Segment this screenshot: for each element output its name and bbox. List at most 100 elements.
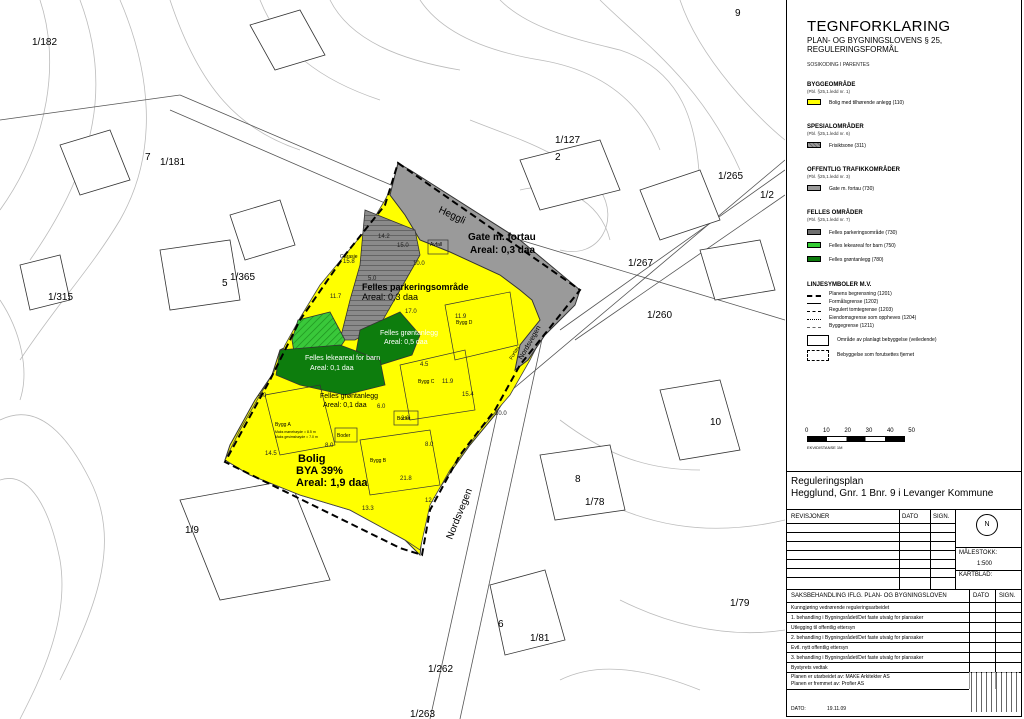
zone-green2-area: Areal: 0,1 daa	[323, 402, 367, 409]
malestokk-label: MÅLESTOKK:	[959, 550, 998, 556]
step-5: Evtl. nytt offentlig ettersyn	[791, 645, 849, 651]
revisjoner-header: REVISJONER	[791, 514, 830, 520]
label-bygg-a: Bygg A	[275, 422, 292, 428]
label-plot-1-127: 1/127	[555, 135, 580, 146]
legend-line-label-1: Planens begrensning (1201)	[829, 291, 892, 297]
scale-tick-0: 0	[805, 428, 809, 434]
dim-4: 11.7	[330, 294, 342, 300]
malestokk-value: 1:500	[977, 561, 993, 567]
legend-sec-byggeomrade-ref: (Pbl. §25,1.ledd nr. 1)	[807, 89, 851, 94]
legend-label-parking: Felles parkeringsområde (730)	[829, 230, 898, 236]
legend-sec-spesial-ref: (Pbl. §25,1.ledd nr. 6)	[807, 131, 851, 136]
scale-tick-40: 40	[886, 428, 894, 434]
dim-5: 15.0	[397, 243, 409, 249]
dim-17: 12.7	[425, 498, 437, 504]
label-plot-1-267: 1/267	[628, 258, 653, 269]
north-arrow-icon: N	[976, 514, 998, 536]
legend-swatch-bolig	[807, 99, 821, 105]
label-plot-7: 7	[145, 152, 151, 163]
dim-9: 4.5	[420, 362, 429, 368]
saksbehandling-dato: DATO	[973, 593, 990, 599]
zone-gate-title: Gate m. fortau	[468, 232, 536, 243]
zone-green1-title: Felles grøntanlegg	[380, 330, 438, 337]
dim-8: 11.9	[455, 314, 467, 320]
step-2: 1. behandling i Bygningsrådet/Det faste …	[791, 615, 924, 621]
dim-18: 14.5	[265, 451, 277, 457]
dim-3: 5.0	[368, 276, 377, 282]
legend-swatch-lek	[807, 242, 821, 248]
legend-sec-byggeomrade: BYGGEOMRÅDE	[807, 82, 856, 88]
dato-label: DATO:	[791, 706, 806, 712]
zone-bolig-area: Areal: 1,9 daa	[296, 477, 368, 489]
legend-box-removed-label: Bebyggelse som forutsettes fjernet	[837, 352, 914, 358]
legend-swatch-gate	[807, 185, 821, 191]
step-7: Bystyrets vedtak	[791, 665, 828, 671]
dim-15: 13.3	[362, 506, 374, 512]
label-plot-1-182: 1/182	[32, 37, 57, 48]
zone-green1-area: Areal: 0,5 daa	[384, 339, 428, 346]
scale-tick-30: 30	[865, 428, 873, 434]
legend-swatch-parking	[807, 229, 821, 235]
dim-14: 6.0	[377, 404, 386, 410]
legend-box-planned	[807, 335, 829, 346]
label-plot-1-2: 1/2	[760, 190, 774, 201]
label-plot-1-265: 1/265	[718, 171, 743, 182]
dim-7: 17.0	[405, 309, 417, 315]
label-plot-1-81: 1/81	[530, 633, 550, 644]
label-boder-1: Boder	[337, 433, 351, 439]
scale-tick-20: 20	[844, 428, 851, 434]
legend-sec-trafikk: OFFENTLIG TRAFIKKOMRÅDER	[807, 167, 900, 173]
step-6: 3. behandling i Bygningsrådet/Det faste …	[791, 655, 924, 661]
dim-13: 8.0	[325, 443, 334, 449]
legend-label-gront: Felles grøntanlegg (780)	[829, 257, 884, 263]
legend-swatch-frisikt	[807, 142, 821, 148]
legend-line-formal	[807, 303, 821, 304]
label-bygg-b: Bygg B	[370, 458, 387, 464]
label-plot-1-260: 1/260	[647, 310, 672, 321]
label-plot-6: 6	[498, 619, 504, 630]
label-plot-1-263: 1/263	[410, 709, 435, 719]
plan-title-2: Hegglund, Gnr. 1 Bnr. 9 i Levanger Kommu…	[791, 488, 994, 499]
site-plan-map: 9 1/182 7 1/181 1/127 2 1/265 1/2 5 1/36…	[0, 0, 785, 719]
legend-line-label-5: Byggegrense (1211)	[829, 323, 874, 329]
legend-line-label-2: Formålsgrense (1202)	[829, 299, 879, 305]
legend-panel: TEGNFORKLARING PLAN- OG BYGNINGSLOVENS §…	[786, 0, 1022, 717]
zone-gate-area: Areal: 0,3 daa	[470, 245, 535, 256]
label-plot-1-79: 1/79	[730, 598, 750, 609]
zone-play-title: Felles lekeareal for barn	[305, 355, 380, 362]
dim-12: 4.0	[258, 393, 267, 399]
legend-subtitle-2: REGULERINGSFORMÅL	[807, 45, 899, 54]
scale-tick-10: 10	[822, 428, 830, 434]
zone-play-area: Areal: 0,1 daa	[310, 365, 354, 372]
legend-line-tomtegrense	[807, 311, 821, 312]
legend-line-label-3: Regulert tomtegrense (1203)	[829, 307, 893, 313]
label-bygg-a-mone: Maks gesimshøyde = 7.0 m	[275, 435, 318, 439]
barcode-logo	[969, 672, 1019, 712]
label-plot-1-78: 1/78	[585, 497, 605, 508]
label-plot-1-315: 1/315	[48, 292, 73, 303]
label-plot-1-365: 1/365	[230, 272, 255, 283]
zone-bolig-title: Bolig	[298, 453, 326, 465]
legend-line-eiendom	[807, 319, 821, 320]
label-plot-1-181: 1/181	[160, 157, 185, 168]
kartblad-label: KARTBLAD:	[959, 572, 993, 578]
label-bygg-d: Bygg D	[456, 320, 473, 326]
legend-label-gate: Gate m. fortau (730)	[829, 186, 875, 192]
label-plot-2: 2	[555, 152, 561, 163]
label-avfall: Avfall	[430, 242, 442, 248]
label-plot-10: 10	[710, 417, 722, 428]
legend-sec-spesial: SPESIALOMRÅDER	[807, 124, 864, 130]
legend-scale-ticks: 0 10 20 30 40 50	[805, 428, 915, 434]
step-1: Kunngjøring vedrørende reguleringsarbeid…	[791, 605, 890, 611]
label-bygg-c: Bygg C	[418, 379, 435, 385]
saksbehandling-sign: SIGN.	[999, 593, 1016, 599]
dim-1: 14.2	[378, 234, 390, 240]
legend-subtitle-1: PLAN- OG BYGNINGSLOVENS § 25,	[807, 36, 943, 45]
dim-21: 10.0	[495, 411, 507, 417]
zone-parking-title: Felles parkeringsområde	[362, 282, 469, 292]
dim-6: 10.0	[413, 261, 425, 267]
legend-sec-trafikk-ref: (Pbl. §25,1.ledd nr. 3)	[807, 174, 851, 179]
dim-20: 2.0	[401, 416, 410, 422]
step-3: Utlegging til offentlig ettersyn	[791, 625, 856, 631]
legend-line-bygg	[807, 327, 821, 328]
